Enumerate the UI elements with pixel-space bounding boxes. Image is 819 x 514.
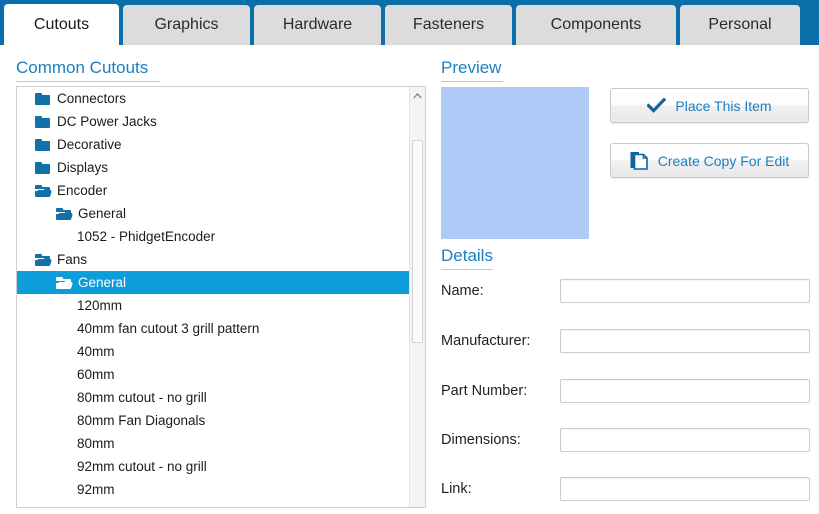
place-this-item-label: Place This Item [675, 97, 772, 114]
scroll-up-arrow-icon[interactable] [410, 87, 425, 104]
tree-item-label: DC Power Jacks [57, 113, 157, 129]
create-copy-for-edit-label: Create Copy For Edit [657, 152, 790, 169]
tree-item[interactable]: Connectors [17, 87, 411, 110]
folder-open-icon [56, 207, 74, 220]
tree-item-label: 120mm [77, 297, 123, 313]
tab-personal[interactable]: Personal [680, 5, 800, 45]
tree-item[interactable]: 92mm cutout - no grill [17, 455, 411, 478]
tree-item[interactable]: 40mm fan cutout 3 grill pattern [17, 317, 411, 340]
tab-components[interactable]: Components [516, 5, 676, 45]
tree-item-label: 80mm Fan Diagonals [77, 412, 206, 428]
tree-item-label: 80mm cutout - no grill [77, 389, 207, 405]
tree-item[interactable]: Displays [17, 156, 411, 179]
tree-item-label: Decorative [57, 136, 122, 152]
tree-item-label: General [78, 274, 127, 290]
folder-closed-icon [35, 115, 50, 128]
tab-hardware[interactable]: Hardware [254, 5, 381, 45]
tree-item[interactable]: 120mm [17, 294, 411, 317]
tree-item-label: 60mm [77, 366, 115, 382]
preview-heading-rule [441, 81, 503, 82]
folder-closed-icon [35, 92, 50, 105]
tree-item[interactable]: Encoder [17, 179, 411, 202]
folder-closed-icon [35, 138, 50, 151]
tree-item[interactable]: 80mm cutout - no grill [17, 386, 411, 409]
field-input-dimensions[interactable] [560, 428, 810, 452]
tree-item[interactable]: DC Power Jacks [17, 110, 411, 133]
create-copy-for-edit-button[interactable]: Create Copy For Edit [610, 143, 809, 178]
cutouts-tree-list[interactable]: Connectors DC Power Jacks Decorative Displa… [17, 87, 411, 501]
field-input-manufacturer[interactable] [560, 329, 810, 353]
scrollbar-thumb[interactable] [412, 140, 423, 343]
tree-item-label: Connectors [57, 90, 127, 106]
tree-item-label: Fans [57, 251, 88, 267]
details-heading-rule [441, 269, 493, 270]
tab-fasteners[interactable]: Fasteners [385, 5, 512, 45]
common-cutouts-heading: Common Cutouts [16, 58, 149, 77]
details-heading: Details [441, 246, 493, 265]
tree-item-selected[interactable]: General [17, 271, 411, 294]
tree-item[interactable]: General [17, 202, 411, 225]
field-label-manufacturer: Manufacturer: [441, 333, 531, 349]
tree-item-label: 80mm [77, 435, 115, 451]
tree-item-label: 92mm cutout - no grill [77, 458, 207, 474]
tree-item-label: General [78, 205, 127, 221]
tree-item-label: 40mm [77, 343, 115, 359]
tree-scrollbar[interactable] [409, 87, 425, 507]
common-cutouts-heading-rule [16, 81, 160, 82]
folder-closed-icon [35, 161, 50, 174]
tree-item-label: Encoder [57, 182, 108, 198]
tree-item-label: 1052 - PhidgetEncoder [77, 228, 216, 244]
preview-heading: Preview [441, 58, 502, 77]
tree-item[interactable]: 80mm [17, 432, 411, 455]
tree-item[interactable]: 40mm [17, 340, 411, 363]
field-input-link[interactable] [560, 477, 810, 501]
field-label-name: Name: [441, 283, 484, 299]
field-label-dimensions: Dimensions: [441, 432, 521, 448]
field-input-name[interactable] [560, 279, 810, 303]
tab-cutouts[interactable]: Cutouts [4, 4, 119, 45]
place-this-item-button[interactable]: Place This Item [610, 88, 809, 123]
field-input-part-number[interactable] [560, 379, 810, 403]
tree-item[interactable]: 92mm [17, 478, 411, 501]
tree-item[interactable]: 60mm [17, 363, 411, 386]
cutouts-tree-panel[interactable]: Connectors DC Power Jacks Decorative Displa… [16, 86, 426, 508]
tab-bar: Cutouts Graphics Hardware Fasteners Componen… [0, 0, 819, 45]
tab-graphics[interactable]: Graphics [123, 5, 250, 45]
tree-item[interactable]: 80mm Fan Diagonals [17, 409, 411, 432]
folder-open-icon [56, 276, 74, 289]
folder-open-icon [35, 253, 53, 266]
tree-item-label: Displays [57, 159, 109, 175]
checkmark-icon [647, 98, 667, 113]
preview-image [441, 87, 589, 239]
tree-item[interactable]: 1052 - PhidgetEncoder [17, 225, 411, 248]
tree-item-label: 92mm [77, 481, 115, 497]
folder-open-icon [35, 184, 53, 197]
tree-item-label: 40mm fan cutout 3 grill pattern [77, 320, 260, 336]
field-label-part-number: Part Number: [441, 383, 528, 399]
field-label-link: Link: [441, 481, 472, 497]
tree-item[interactable]: Decorative [17, 133, 411, 156]
tree-item[interactable]: Fans [17, 248, 411, 271]
copy-icon [630, 151, 649, 170]
